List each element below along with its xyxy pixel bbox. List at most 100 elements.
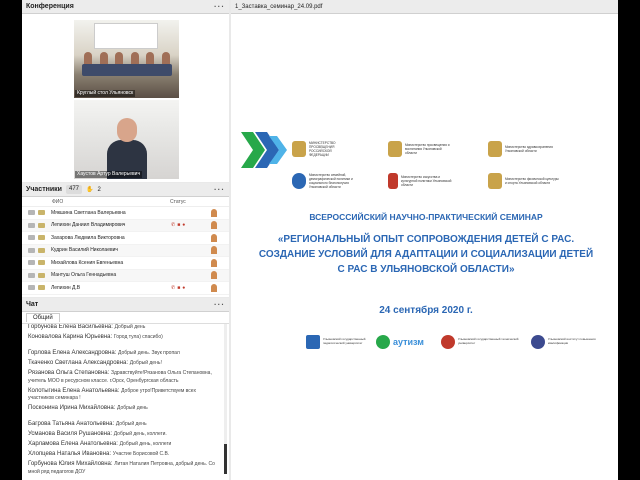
mic-icon: ●: [182, 284, 186, 291]
chat-message: Коновалова Карина Юрьевна: Город тула) с…: [28, 334, 163, 340]
video-caption: Хаустов Артур Валерьевич: [75, 171, 143, 178]
conference-title: Конференция ···: [22, 0, 229, 14]
chat-message: Горлова Елена Александровна: Добрый день…: [28, 350, 180, 356]
document-title: 1_Заставка_семинар_24.09.pdf: [231, 0, 618, 14]
mic-icon: ●: [182, 222, 186, 229]
slide-page: МИНИСТЕРСТВО ПРОСВЕЩЕНИЯ РОССИЙСКОЙ ФЕДЕ…: [236, 115, 616, 369]
user-icon: [38, 247, 45, 253]
seminar-heading: ВСЕРОССИЙСКИЙ НАУЧНО-ПРАКТИЧЕСКИЙ СЕМИНА…: [309, 212, 543, 222]
scroll-thumb[interactable]: [224, 444, 227, 474]
chat-panel: Чат ··· Общий Горбунова Елена Васильевна…: [22, 298, 229, 480]
participants-title: Участники 477 ✋ 2 ···: [22, 183, 229, 197]
institute-icon: [531, 335, 545, 349]
logo-ministry-culture: Министерство искусства и культурной поли…: [388, 173, 453, 189]
video-tile-roundtable[interactable]: Круглый стол Ульяновск: [74, 20, 179, 98]
logo-ministry-health: Министерство здравоохранения Ульяновской…: [488, 141, 555, 157]
video-tile-speaker[interactable]: Хаустов Артур Валерьевич: [74, 100, 179, 179]
participant-count-badge: 477: [65, 185, 82, 194]
table-row[interactable]: Лепихин Даниил Владимирович ✆ ■ ●: [22, 219, 229, 232]
chat-scrollbar[interactable]: [224, 324, 227, 474]
left-column: Конференция ··· Круглый стол Ульяновск Х…: [22, 0, 229, 480]
culture-icon: [388, 173, 398, 189]
user-icon: [38, 222, 45, 228]
user-icon: [38, 285, 45, 291]
table-row[interactable]: Кудрин Василий Николаевич: [22, 244, 229, 257]
university-icon: [306, 335, 320, 349]
participants-list: Мякшина Светлана Валерьевна Лепихин Дани…: [22, 207, 229, 295]
phone-icon: ✆: [171, 222, 176, 229]
avatar-icon: [211, 246, 217, 255]
user-icon: [38, 260, 45, 266]
col-status-header: Статус: [170, 199, 186, 205]
logo-institute: Ульяновский институт повышения квалифика…: [531, 335, 608, 349]
menu-icon: [28, 222, 35, 228]
app-window: Конференция ··· Круглый стол Ульяновск Х…: [22, 0, 618, 480]
logo-university-ped: Ульяновский государственный педагогическ…: [306, 335, 367, 349]
document-panel: 1_Заставка_семинар_24.09.pdf МИНИСТЕРСТВ…: [231, 0, 618, 480]
chat-message: Колотыгина Елена Анатольевна: Доброе утр…: [28, 387, 196, 402]
avatar-icon: [211, 208, 217, 217]
table-row[interactable]: Мякшина Светлана Валерьевна: [22, 207, 229, 220]
chat-message: Хлопцева Наталья Ивановна: Участие Борис…: [28, 451, 170, 457]
status-icons: ✆ ■ ●: [171, 285, 207, 291]
chat-message: Посконина Ирина Михайловна: Добрый день: [28, 405, 148, 411]
menu-icon: [28, 285, 35, 291]
logo-ministry-region: Министерство просвещения и воспитания Ул…: [388, 141, 453, 157]
chat-message: Горбунова Юлия Михайловна: Литая Наталия…: [28, 461, 215, 475]
logo-university-tech: Ульяновский государственный технический …: [441, 335, 520, 349]
chat-message: Горбунова Елена Васильевна: Добрый день: [28, 324, 146, 330]
chat-tabs: Общий: [22, 312, 229, 324]
seminar-subheading: «РЕГИОНАЛЬНЫЙ ОПЫТ СОПРОВОЖДЕНИЯ ДЕТЕЙ С…: [258, 234, 594, 275]
logo-autism: аутизм: [376, 335, 424, 349]
participants-panel: Участники 477 ✋ 2 ··· ФИО Статус Мякшина…: [22, 183, 229, 297]
menu-icon: [28, 210, 35, 216]
document-viewer[interactable]: МИНИСТЕРСТВО ПРОСВЕЩЕНИЯ РОССИЙСКОЙ ФЕДЕ…: [231, 14, 618, 480]
logo-ministry-family: Министерство семейной, демографической п…: [292, 173, 365, 189]
col-name-header: ФИО: [52, 199, 64, 205]
menu-icon: [28, 260, 35, 266]
menu-dots-icon[interactable]: ···: [214, 0, 225, 14]
avatar-icon: [211, 233, 217, 242]
participants-header: ФИО Статус: [22, 197, 229, 207]
chat-message: Харламова Елена Анатольевна: Добрый день…: [28, 441, 172, 447]
chat-message: Багрова Татьяна Анатольевна: Добрый день: [28, 421, 147, 427]
chevron-logo-icon: [241, 132, 287, 168]
raised-hands-count: 2: [97, 186, 101, 193]
avatar-icon: [211, 258, 217, 267]
emblem-icon: [388, 141, 402, 157]
seminar-date: 24 сентября 2020 г.: [379, 305, 473, 316]
table-row[interactable]: Мантуш Ольга Геннадьевна: [22, 269, 229, 282]
logo-ministry-sport: Министерство физической культуры и спорт…: [488, 173, 559, 189]
table-row[interactable]: Михайлова Ксения Евгеньевна: [22, 257, 229, 270]
chat-messages: Горбунова Елена Васильевна: Добрый день …: [22, 324, 222, 478]
video-caption: Круглый стол Ульяновск: [75, 90, 136, 97]
banner-image: [94, 23, 158, 49]
camera-icon: ■: [177, 222, 181, 229]
emblem-icon: [292, 141, 306, 157]
user-icon: [38, 235, 45, 241]
chat-message: Усманова Василя Рушановна: Добрый день, …: [28, 431, 167, 437]
speaker-image: [107, 118, 147, 179]
chat-message: Рязанова Ольга Степановна: Здравствуйте!…: [28, 370, 212, 384]
avatar-icon: [211, 221, 217, 230]
table-image: [82, 64, 172, 76]
university-icon: [441, 335, 455, 349]
emblem-icon: [488, 141, 502, 157]
menu-dots-icon[interactable]: ···: [214, 298, 225, 312]
avatar-icon: [211, 271, 217, 280]
camera-icon: ■: [177, 284, 181, 291]
avatar-icon: [211, 283, 217, 292]
table-row[interactable]: Лепихин Д.В ✆ ■ ●: [22, 282, 229, 295]
user-icon: [38, 210, 45, 216]
conference-panel: Конференция ··· Круглый стол Ульяновск Х…: [22, 0, 229, 182]
chat-message: Ткаченко Светлана Александровна: Добрый …: [28, 360, 162, 366]
tab-general[interactable]: Общий: [26, 313, 60, 322]
autism-logo-icon: [376, 335, 390, 349]
status-icons: ✆ ■ ●: [171, 222, 207, 228]
menu-icon: [28, 272, 35, 278]
logo-ministry-education: МИНИСТЕРСТВО ПРОСВЕЩЕНИЯ РОССИЙСКОЙ ФЕДЕ…: [292, 141, 349, 157]
emblem-icon: [488, 173, 502, 189]
chat-title: Чат ···: [22, 298, 229, 312]
table-row[interactable]: Захарова Людмила Викторовна: [22, 232, 229, 245]
menu-dots-icon[interactable]: ···: [214, 183, 225, 197]
